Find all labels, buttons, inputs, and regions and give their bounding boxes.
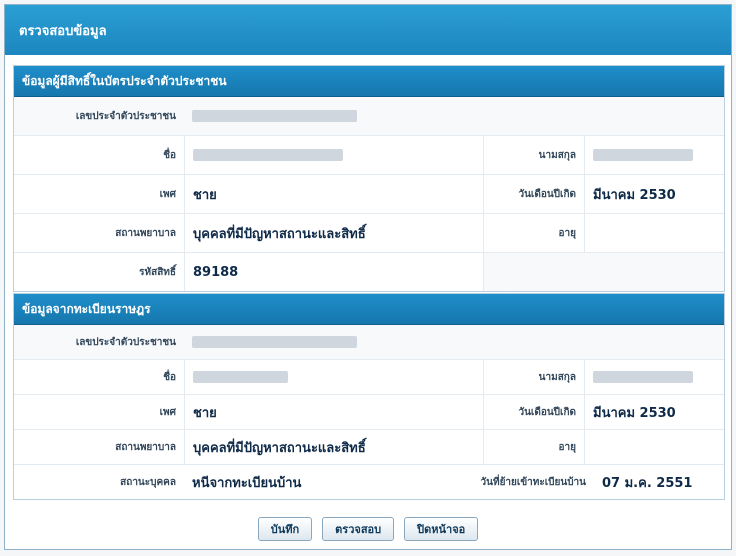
sex-row: เพศ ชาย วันเดือนปีเกิด มีนาคม 2530 [14, 175, 724, 214]
code-label: รหัสสิทธิ์ [139, 266, 176, 278]
name-label: ชื่อ [163, 149, 176, 161]
registry-row: สถานะบุคคล หนีจากทะเบียนบ้าน วันที่ย้ายเ… [14, 465, 724, 499]
window-title: ตรวจสอบข้อมูล [5, 5, 731, 55]
section1-title: ข้อมูลผู้มีสิทธิ์ในบัตรประจำตัวประชาชน [14, 66, 724, 97]
code-row: รหัสสิทธิ์ 89188 [14, 253, 724, 291]
age-label: อายุ [558, 441, 576, 453]
redacted-id [192, 110, 357, 122]
sex-value: ชาย [184, 175, 484, 213]
name-label: ชื่อ [163, 371, 176, 383]
surname-value [584, 360, 724, 394]
save-button[interactable]: บันทึก [257, 517, 313, 541]
hospital-value: บุคคลที่มีปัญหาสถานะและสิทธิ์ [184, 214, 484, 252]
name-row: ชื่อ นามสกุล [14, 360, 724, 395]
surname-label: นามสกุล [538, 149, 576, 161]
redacted-id [192, 336, 357, 348]
redacted-surname [593, 371, 693, 383]
section2-title: ข้อมูลจากทะเบียนราษฎร [14, 294, 724, 325]
verify-button[interactable]: ตรวจสอบ [322, 517, 395, 541]
sex-label: เพศ [159, 188, 176, 200]
name-value [184, 360, 484, 394]
age-label: อายุ [558, 227, 576, 239]
id-row: เลขประจำตัวประชาชน [14, 97, 724, 136]
hospital-row: สถานพยาบาล บุคคลที่มีปัญหาสถานะและสิทธิ์… [14, 214, 724, 253]
reg-label: สถานะบุคคล [120, 476, 176, 488]
birth-value: มีนาคม 2530 [584, 395, 724, 429]
birth-label: วันเดือนปีเกิด [518, 188, 576, 200]
name-row: ชื่อ นามสกุล [14, 136, 724, 175]
surname-value [584, 136, 724, 174]
sex-label: เพศ [159, 406, 176, 418]
birth-label: วันเดือนปีเกิด [518, 406, 576, 418]
code-value: 89188 [184, 253, 484, 291]
birth-value: มีนาคม 2530 [584, 175, 724, 213]
button-bar: บันทึก ตรวจสอบ ปิดหน้าจอ [5, 517, 731, 541]
surname-label: นามสกุล [538, 371, 576, 383]
id-label: เลขประจำตัวประชาชน [75, 336, 176, 348]
id-value [184, 97, 724, 135]
age-value [584, 430, 724, 464]
hospital-row: สถานพยาบาล บุคคลที่มีปัญหาสถานะและสิทธิ์… [14, 430, 724, 465]
id-label: เลขประจำตัวประชาชน [75, 110, 176, 122]
hospital-value: บุคคลที่มีปัญหาสถานะและสิทธิ์ [184, 430, 484, 464]
id-value [184, 325, 724, 359]
redacted-surname [593, 149, 693, 161]
redacted-name [193, 149, 343, 161]
hospital-label: สถานพยาบาล [115, 227, 176, 239]
age-value [584, 214, 724, 252]
empty-cell [484, 253, 724, 291]
date-value: 07 ม.ค. 2551 [602, 475, 693, 491]
name-value [184, 136, 484, 174]
redacted-name [193, 371, 288, 383]
close-button[interactable]: ปิดหน้าจอ [404, 517, 479, 541]
id-row: เลขประจำตัวประชาชน [14, 325, 724, 360]
hospital-label: สถานพยาบาล [115, 441, 176, 453]
sex-row: เพศ ชาย วันเดือนปีเกิด มีนาคม 2530 [14, 395, 724, 430]
insurance-info-section: ข้อมูลผู้มีสิทธิ์ในบัตรประจำตัวประชาชน เ… [13, 65, 725, 292]
dialog-window: ตรวจสอบข้อมูล ข้อมูลผู้มีสิทธิ์ในบัตรประ… [4, 4, 732, 550]
date-label: วันที่ย้ายเข้าทะเบียนบ้าน [480, 476, 586, 488]
registry-info-section: ข้อมูลจากทะเบียนราษฎร เลขประจำตัวประชาชน… [13, 293, 725, 500]
reg-value: หนีจากทะเบียนบ้าน [192, 475, 302, 491]
sex-value: ชาย [184, 395, 484, 429]
